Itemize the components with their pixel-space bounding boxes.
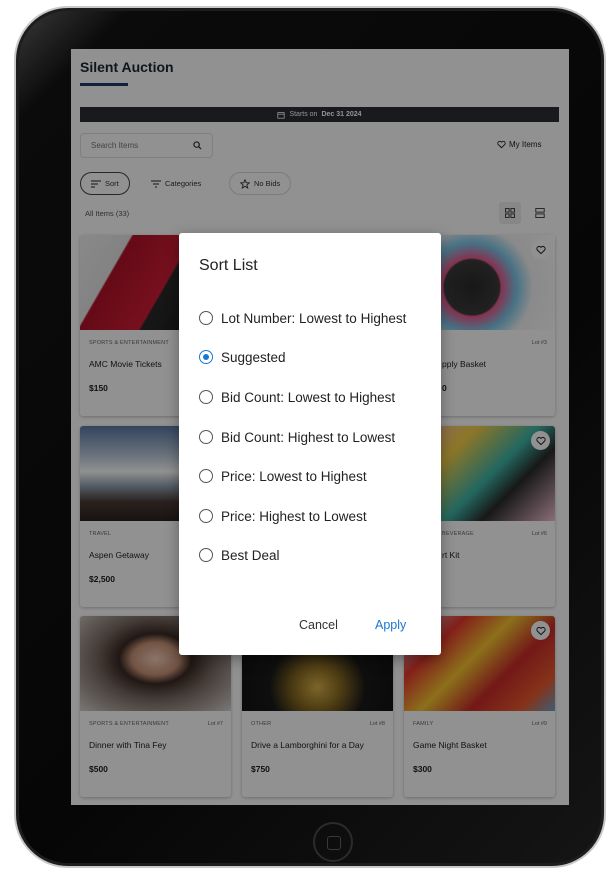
apply-button[interactable]: Apply — [375, 618, 406, 632]
radio-button[interactable] — [199, 390, 213, 404]
radio-button[interactable] — [199, 548, 213, 562]
radio-button[interactable] — [199, 509, 213, 523]
option-label: Price: Highest to Lowest — [221, 508, 367, 524]
option-label: Price: Lowest to Highest — [221, 468, 367, 484]
option-label: Bid Count: Lowest to Highest — [221, 389, 396, 405]
option-label: Suggested — [221, 349, 286, 365]
sort-option-price-asc[interactable]: Price: Lowest to Highest — [199, 464, 367, 488]
radio-button[interactable] — [199, 430, 213, 444]
option-label: Best Deal — [221, 547, 280, 563]
sort-option-lot-number-asc[interactable]: Lot Number: Lowest to Highest — [199, 306, 406, 330]
radio-button[interactable] — [199, 311, 213, 325]
option-label: Lot Number: Lowest to Highest — [221, 310, 407, 326]
sort-option-bid-count-asc[interactable]: Bid Count: Lowest to Highest — [199, 385, 395, 409]
sort-option-suggested[interactable]: Suggested — [199, 345, 286, 369]
sort-dialog: Sort List Lot Number: Lowest to Highest … — [179, 233, 441, 655]
option-label: Bid Count: Highest to Lowest — [221, 429, 396, 445]
radio-button[interactable] — [199, 469, 213, 483]
screen: Silent Auction Starts on Dec 31 2024 My … — [71, 49, 569, 805]
cancel-button[interactable]: Cancel — [299, 618, 338, 632]
sort-option-bid-count-desc[interactable]: Bid Count: Highest to Lowest — [199, 425, 395, 449]
home-button[interactable] — [313, 822, 353, 862]
radio-button[interactable] — [199, 350, 213, 364]
dialog-title: Sort List — [199, 257, 258, 274]
sort-option-price-desc[interactable]: Price: Highest to Lowest — [199, 504, 367, 528]
sort-option-best-deal[interactable]: Best Deal — [199, 543, 280, 567]
